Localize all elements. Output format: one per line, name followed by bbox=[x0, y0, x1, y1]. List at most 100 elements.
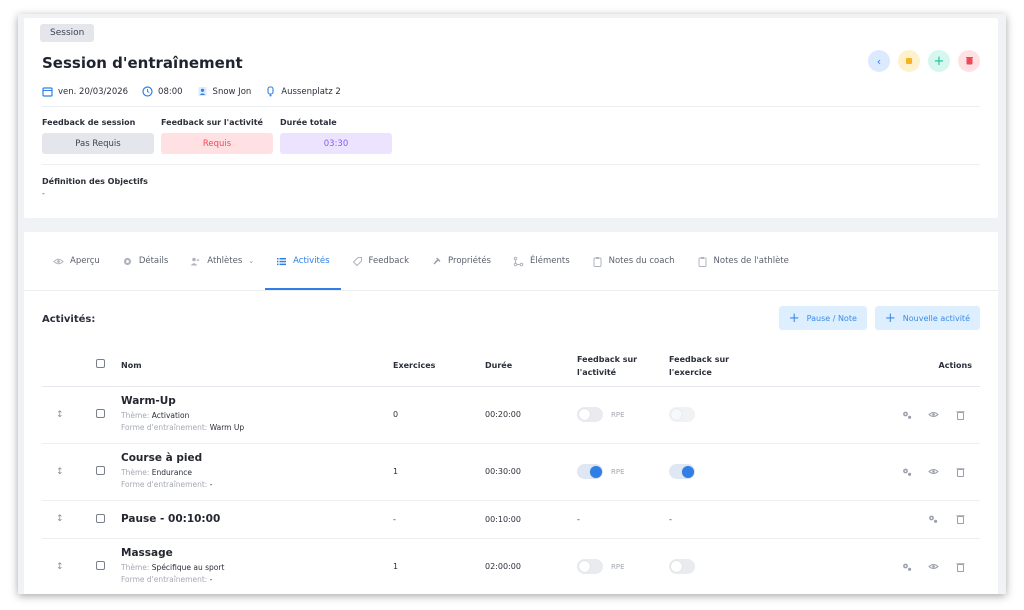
calendar-icon bbox=[42, 86, 53, 97]
tab-label: Athlètes bbox=[207, 256, 243, 266]
delete-session-button[interactable] bbox=[958, 50, 980, 72]
row-checkbox[interactable] bbox=[96, 513, 105, 523]
tab-apercu[interactable]: Aperçu bbox=[42, 232, 111, 290]
header-actions: ‹ + bbox=[868, 50, 980, 72]
back-button[interactable]: ‹ bbox=[868, 50, 890, 72]
session-time-text: 08:00 bbox=[158, 86, 183, 97]
tab-label: Aperçu bbox=[70, 256, 100, 266]
stop-icon bbox=[906, 58, 912, 64]
col-duration: Durée bbox=[485, 346, 577, 387]
users-icon bbox=[190, 256, 201, 267]
exercise-feedback-value: - bbox=[669, 500, 839, 539]
activity-feedback-toggle[interactable] bbox=[577, 559, 603, 574]
settings-icon[interactable] bbox=[927, 513, 939, 525]
total-duration-value: 03:30 bbox=[280, 133, 392, 154]
table-row[interactable]: ↕ Massage Thème: Spécifique au sport For… bbox=[42, 538, 980, 594]
tab-label: Propriétés bbox=[448, 256, 491, 266]
session-time: 08:00 bbox=[142, 86, 183, 97]
activities-card: Aperçu Détails Athlètes ⌄ Activités Feed… bbox=[24, 232, 998, 594]
drag-handle-icon[interactable]: ↕ bbox=[56, 410, 64, 420]
gear-icon bbox=[122, 256, 133, 267]
col-name: Nom bbox=[121, 346, 393, 387]
plus-icon: + bbox=[884, 310, 896, 326]
settings-icon[interactable] bbox=[901, 561, 913, 573]
session-badge: Session bbox=[40, 24, 95, 42]
page-title: Session d'entraînement bbox=[42, 54, 243, 72]
trash-icon bbox=[965, 55, 974, 68]
trash-icon[interactable] bbox=[954, 513, 966, 525]
drag-handle-icon[interactable]: ↕ bbox=[56, 467, 64, 477]
pause-note-label: Pause / Note bbox=[806, 313, 857, 323]
activity-theme: Spécifique au sport bbox=[151, 563, 225, 572]
rpe-label: RPE bbox=[611, 562, 625, 571]
clipboard-icon bbox=[592, 256, 603, 267]
table-row[interactable]: ↕ Warm-Up Thème: Activation Forme d'entr… bbox=[42, 386, 980, 444]
session-coach-text: Snow Jon bbox=[212, 86, 252, 97]
session-feedback-block: Feedback de session Pas Requis bbox=[42, 118, 154, 154]
activities-actions: + Pause / Note + Nouvelle activité bbox=[778, 306, 980, 330]
stop-button[interactable] bbox=[898, 50, 920, 72]
tab-feedback[interactable]: Feedback bbox=[341, 232, 420, 290]
exercise-feedback-toggle[interactable] bbox=[669, 464, 695, 479]
activity-form: - bbox=[209, 480, 213, 489]
tab-details[interactable]: Détails bbox=[111, 232, 179, 290]
activity-form: - bbox=[209, 575, 213, 584]
drag-handle-icon[interactable]: ↕ bbox=[56, 514, 64, 524]
view-icon[interactable] bbox=[927, 466, 939, 478]
objectives-value: - bbox=[42, 189, 45, 198]
rpe-label: RPE bbox=[611, 467, 625, 476]
activity-form: Warm Up bbox=[209, 423, 245, 432]
total-duration-block: Durée totale 03:30 bbox=[280, 118, 392, 154]
activity-exercises: - bbox=[393, 500, 485, 539]
tab-notes-coach[interactable]: Notes du coach bbox=[581, 232, 686, 290]
view-icon[interactable] bbox=[927, 409, 939, 421]
session-meta: ven. 20/03/2026 08:00 Snow Jon Aussenpla… bbox=[42, 86, 341, 97]
pause-note-button[interactable]: + Pause / Note bbox=[778, 306, 867, 330]
activity-exercises: 1 bbox=[393, 538, 485, 594]
chevron-down-icon: ⌄ bbox=[248, 257, 255, 265]
table-row[interactable]: ↕ Course à pied Thème: Endurance Forme d… bbox=[42, 443, 980, 501]
activity-name: Course à pied bbox=[121, 452, 203, 464]
session-feedback-label: Feedback de session bbox=[42, 118, 136, 127]
plus-icon: + bbox=[933, 53, 945, 69]
nodes-icon bbox=[513, 256, 524, 267]
clipboard-icon bbox=[697, 256, 708, 267]
activity-theme: Endurance bbox=[151, 468, 192, 477]
settings-icon[interactable] bbox=[901, 409, 913, 421]
tab-notes-athlete[interactable]: Notes de l'athlète bbox=[686, 232, 800, 290]
activities-title: Activités: bbox=[42, 314, 96, 325]
location-icon bbox=[265, 86, 276, 97]
exercise-feedback-toggle[interactable] bbox=[669, 407, 695, 422]
settings-icon[interactable] bbox=[901, 466, 913, 478]
session-location-text: Aussenplatz 2 bbox=[281, 86, 341, 97]
tab-athletes[interactable]: Athlètes ⌄ bbox=[179, 232, 265, 290]
table-row[interactable]: ↕ Pause - 00:10:00 - 00:10:00 - - bbox=[42, 500, 980, 539]
session-header-card: Session Session d'entraînement ven. 20/0… bbox=[24, 18, 998, 218]
drag-handle-icon[interactable]: ↕ bbox=[56, 562, 64, 572]
tab-proprietes[interactable]: Propriétés bbox=[420, 232, 502, 290]
tab-bar: Aperçu Détails Athlètes ⌄ Activités Feed… bbox=[42, 232, 800, 290]
tag-icon bbox=[352, 256, 363, 267]
app-window: Session Session d'entraînement ven. 20/0… bbox=[18, 14, 1006, 594]
col-feedback-exercise: Feedback sur l'exercice bbox=[669, 346, 839, 387]
view-icon[interactable] bbox=[927, 561, 939, 573]
row-checkbox[interactable] bbox=[96, 466, 105, 475]
row-checkbox[interactable] bbox=[96, 409, 105, 418]
select-all-checkbox[interactable] bbox=[96, 359, 105, 369]
eye-icon bbox=[53, 256, 64, 267]
trash-icon[interactable] bbox=[954, 409, 966, 421]
row-checkbox[interactable] bbox=[96, 561, 105, 570]
activity-feedback-toggle[interactable] bbox=[577, 464, 603, 479]
exercise-feedback-toggle[interactable] bbox=[669, 559, 695, 574]
tab-label: Feedback bbox=[368, 256, 410, 266]
rpe-label: RPE bbox=[611, 410, 625, 419]
trash-icon[interactable] bbox=[954, 466, 966, 478]
new-activity-button[interactable]: + Nouvelle activité bbox=[874, 306, 980, 330]
tab-elements[interactable]: Éléments bbox=[502, 232, 581, 290]
activity-feedback-toggle[interactable] bbox=[577, 407, 603, 422]
session-coach: Snow Jon bbox=[197, 86, 252, 97]
add-button[interactable]: + bbox=[928, 50, 950, 72]
activity-duration: 02:00:00 bbox=[485, 538, 577, 594]
tab-activites[interactable]: Activités bbox=[265, 232, 341, 290]
trash-icon[interactable] bbox=[954, 561, 966, 573]
